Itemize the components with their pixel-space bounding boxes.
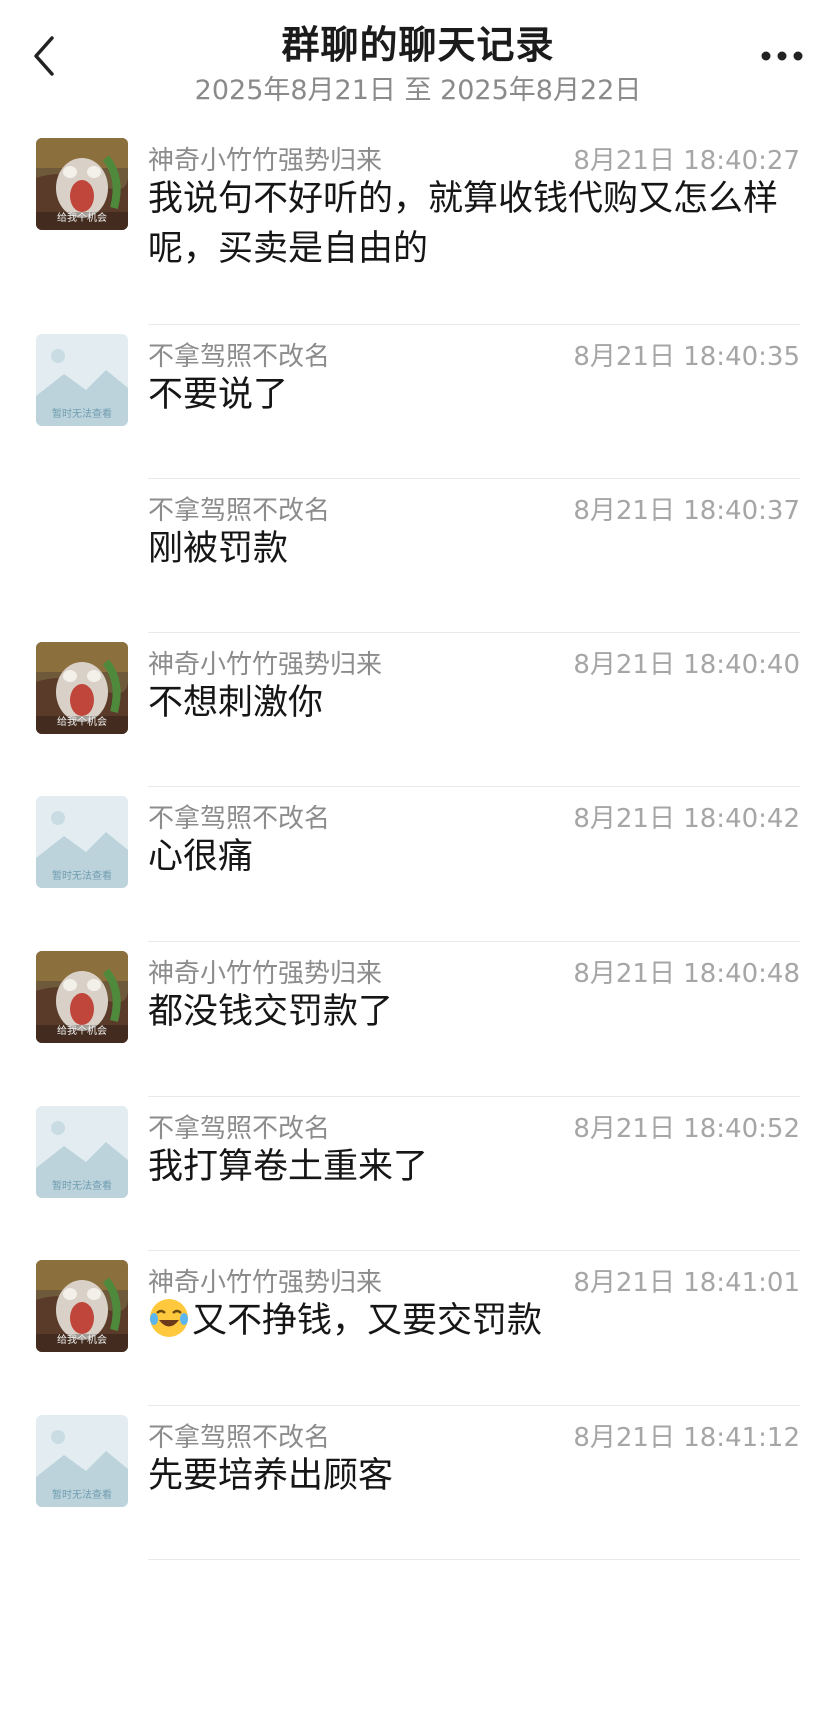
message-timestamp: 8月21日 18:40:27 xyxy=(573,146,800,176)
message-row[interactable]: 暂时无法查看 不拿驾照不改名 8月21日 18:40:35 不要说了 xyxy=(0,326,836,480)
message-text: 我说句不好听的，就算收钱代购又怎么样呢，买卖是自由的 xyxy=(148,174,788,274)
sender-name: 不拿驾照不改名 xyxy=(148,496,331,526)
message-row[interactable]: 暂时无法查看 不拿驾照不改名 8月21日 18:40:52 我打算卷土重来了 xyxy=(0,1098,836,1252)
avatar-caption: 给我个机会 xyxy=(57,213,107,224)
message-row[interactable]: 暂时无法查看 不拿驾照不改名 8月21日 18:41:12 先要培养出顾客 xyxy=(0,1407,836,1561)
avatar-cartoon[interactable]: 给我个机会 xyxy=(36,951,128,1043)
divider xyxy=(148,1096,800,1097)
divider xyxy=(148,324,800,325)
message-timestamp: 8月21日 18:40:37 xyxy=(573,496,800,526)
sender-name: 神奇小竹竹强势归来 xyxy=(148,1268,383,1298)
sender-name: 神奇小竹竹强势归来 xyxy=(148,146,383,176)
message-row[interactable]: 给我个机会 神奇小竹竹强势归来 8月21日 18:40:27 我说句不好听的，就算收钱… xyxy=(0,130,836,326)
message-row[interactable]: 不拿驾照不改名 8月21日 18:40:37 刚被罚款 xyxy=(0,480,836,634)
message-text-content: 都没钱交罚款了 xyxy=(148,992,394,1032)
avatar-caption: 暂时无法查看 xyxy=(52,409,112,420)
divider xyxy=(148,1559,800,1560)
message-text: 我打算卷土重来了 xyxy=(148,1142,788,1192)
sender-name: 不拿驾照不改名 xyxy=(148,1114,331,1144)
sender-name: 神奇小竹竹强势归来 xyxy=(148,650,383,680)
sender-name: 不拿驾照不改名 xyxy=(148,1423,331,1453)
message-text-content: 我说句不好听的，就算收钱代购又怎么样呢，买卖是自由的 xyxy=(148,179,779,269)
message-timestamp: 8月21日 18:40:48 xyxy=(573,959,800,989)
more-dots-icon xyxy=(761,51,803,61)
more-button[interactable] xyxy=(752,36,812,76)
message-text-content: 先要培养出顾客 xyxy=(148,1456,394,1496)
avatar-placeholder[interactable]: 暂时无法查看 xyxy=(36,1106,128,1198)
divider xyxy=(148,1405,800,1406)
avatar-caption: 暂时无法查看 xyxy=(52,1181,112,1192)
message-text: 都没钱交罚款了 xyxy=(148,987,788,1037)
header: 群聊的聊天记录 2025年8月21日 至 2025年8月22日 xyxy=(0,0,836,120)
avatar-placeholder[interactable]: 暂时无法查看 xyxy=(36,1415,128,1507)
message-text: 不要说了 xyxy=(148,370,788,420)
avatar-caption: 暂时无法查看 xyxy=(52,871,112,882)
message-text-content: 刚被罚款 xyxy=(148,529,289,569)
divider xyxy=(148,478,800,479)
avatar-caption: 暂时无法查看 xyxy=(52,1490,112,1501)
avatar-placeholder[interactable]: 暂时无法查看 xyxy=(36,334,128,426)
sender-name: 不拿驾照不改名 xyxy=(148,342,331,372)
avatar-cartoon[interactable]: 给我个机会 xyxy=(36,138,128,230)
divider xyxy=(148,632,800,633)
avatar-caption: 给我个机会 xyxy=(57,717,107,728)
sender-name: 神奇小竹竹强势归来 xyxy=(148,959,383,989)
message-timestamp: 8月21日 18:40:52 xyxy=(573,1114,800,1144)
message-row[interactable]: 给我个机会 神奇小竹竹强势归来 8月21日 18:40:40 不想刺激你 xyxy=(0,634,836,788)
avatar-caption: 给我个机会 xyxy=(57,1026,107,1037)
date-range: 2025年8月21日 至 2025年8月22日 xyxy=(194,75,642,106)
message-text: 先要培养出顾客 xyxy=(148,1451,788,1501)
message-timestamp: 8月21日 18:40:40 xyxy=(573,650,800,680)
avatar-cartoon[interactable]: 给我个机会 xyxy=(36,1260,128,1352)
message-row[interactable]: 给我个机会 神奇小竹竹强势归来 8月21日 18:41:01 又不挣钱，又要交罚款 xyxy=(0,1252,836,1407)
avatar-cartoon[interactable]: 给我个机会 xyxy=(36,642,128,734)
divider xyxy=(148,786,800,787)
message-text: 不想刺激你 xyxy=(148,678,788,728)
message-text: 心很痛 xyxy=(148,832,788,882)
message-row[interactable]: 暂时无法查看 不拿驾照不改名 8月21日 18:40:42 心很痛 xyxy=(0,788,836,943)
crying-laughing-emoji-icon xyxy=(148,1297,190,1339)
divider xyxy=(148,941,800,942)
page-title: 群聊的聊天记录 xyxy=(281,23,555,67)
message-text-content: 又不挣钱，又要交罚款 xyxy=(192,1301,543,1341)
message-timestamp: 8月21日 18:40:42 xyxy=(573,804,800,834)
message-text-content: 不想刺激你 xyxy=(148,683,324,723)
message-row[interactable]: 给我个机会 神奇小竹竹强势归来 8月21日 18:40:48 都没钱交罚款了 xyxy=(0,943,836,1098)
avatar-caption: 给我个机会 xyxy=(57,1335,107,1346)
message-text: 又不挣钱，又要交罚款 xyxy=(148,1296,788,1346)
sender-name: 不拿驾照不改名 xyxy=(148,804,331,834)
avatar-placeholder[interactable]: 暂时无法查看 xyxy=(36,796,128,888)
divider xyxy=(148,1250,800,1251)
message-text: 刚被罚款 xyxy=(148,524,788,574)
message-timestamp: 8月21日 18:41:01 xyxy=(573,1268,800,1298)
message-timestamp: 8月21日 18:40:35 xyxy=(573,342,800,372)
message-text-content: 我打算卷土重来了 xyxy=(148,1147,429,1187)
message-text-content: 不要说了 xyxy=(148,375,289,415)
message-timestamp: 8月21日 18:41:12 xyxy=(573,1423,800,1453)
message-text-content: 心很痛 xyxy=(148,837,254,877)
